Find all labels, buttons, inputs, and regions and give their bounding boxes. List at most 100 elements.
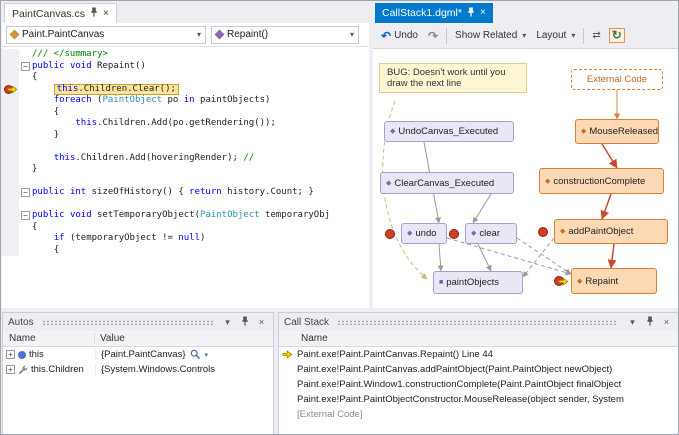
fold-gutter[interactable] — [19, 118, 32, 130]
callstack-frame[interactable]: Paint.exe!Paint.PaintObjectConstructor.M… — [279, 392, 678, 407]
sync-graph-toggle[interactable]: ↻ — [609, 28, 625, 43]
fold-gutter[interactable] — [19, 245, 32, 257]
code-line[interactable]: −public void Repaint() — [2, 61, 369, 73]
fold-gutter[interactable] — [19, 199, 32, 211]
fold-gutter[interactable] — [19, 164, 32, 176]
breakpoint-gutter[interactable] — [2, 84, 19, 96]
graph-node-clearExec[interactable]: ◆ClearCanvas_Executed — [380, 172, 514, 194]
breakpoint-gutter[interactable] — [2, 95, 19, 107]
tab-callstack-dgml[interactable]: CallStack1.dgml* × — [375, 3, 493, 23]
autos-row[interactable]: +this{Paint.PaintCanvas}▾ — [3, 347, 273, 362]
fold-gutter[interactable] — [19, 222, 32, 234]
type-dropdown[interactable]: Paint.PaintCanvas ▾ — [6, 26, 206, 44]
fold-gutter[interactable]: − — [19, 210, 32, 222]
fold-gutter[interactable] — [19, 72, 32, 84]
fold-gutter[interactable] — [19, 130, 32, 142]
close-icon[interactable]: × — [660, 317, 673, 327]
callstack-frame[interactable]: Paint.exe!Paint.PaintCanvas.addPaintObje… — [279, 362, 678, 377]
breakpoint-gutter[interactable] — [2, 233, 19, 245]
fold-gutter[interactable] — [19, 141, 32, 153]
callstack-frame[interactable]: [External Code] — [279, 407, 678, 422]
code-line[interactable]: } — [2, 130, 369, 142]
code-line[interactable] — [2, 199, 369, 211]
code-line[interactable]: this.Children.Add(hoveringRender); // — [2, 153, 369, 165]
fold-collapse-icon[interactable]: − — [21, 62, 30, 71]
callstack-frame[interactable]: Paint.exe!Paint.Window1.constructionComp… — [279, 377, 678, 392]
callstack-frame[interactable]: Paint.exe!Paint.PaintCanvas.Repaint() Li… — [279, 347, 678, 362]
fold-gutter[interactable] — [19, 49, 32, 61]
code-line[interactable]: −public int sizeOfHistory() { return his… — [2, 187, 369, 199]
drag-grip[interactable] — [337, 320, 618, 325]
fold-gutter[interactable] — [19, 95, 32, 107]
fold-gutter[interactable]: − — [19, 61, 32, 73]
expand-icon[interactable]: + — [6, 365, 15, 374]
breakpoint-gutter[interactable] — [2, 199, 19, 211]
breakpoint-gutter[interactable] — [2, 72, 19, 84]
graph-node-undoExec[interactable]: ◆UndoCanvas_Executed — [384, 121, 514, 142]
breakpoint-gutter[interactable] — [2, 61, 19, 73]
fold-gutter[interactable] — [19, 176, 32, 188]
breakpoint-gutter[interactable] — [2, 153, 19, 165]
graph-node-external[interactable]: External Code — [571, 69, 663, 90]
fold-gutter[interactable] — [19, 107, 32, 119]
window-position-icon[interactable]: ▾ — [221, 317, 234, 328]
code-line[interactable]: /// </summary> — [2, 49, 369, 61]
member-dropdown[interactable]: Repaint() ▾ — [211, 26, 359, 44]
fold-gutter[interactable]: − — [19, 187, 32, 199]
breakpoint-icon[interactable] — [449, 229, 459, 239]
chevron-down-icon[interactable]: ▾ — [205, 351, 209, 359]
breakpoint-icon[interactable] — [538, 227, 548, 237]
breakpoint-gutter[interactable] — [2, 210, 19, 222]
code-line[interactable] — [2, 176, 369, 188]
autos-row[interactable]: +this.Children{System.Windows.Controls — [3, 362, 273, 377]
layout-dropdown[interactable]: Layout ▾ — [534, 29, 577, 42]
callstack-header[interactable]: Name — [279, 331, 678, 347]
breakpoint-gutter[interactable] — [2, 222, 19, 234]
undo-button[interactable]: ↶ Undo — [379, 29, 420, 42]
code-line[interactable]: this.Children.Add(po.getRendering()); — [2, 118, 369, 130]
code-line[interactable]: if (temporaryObject != null) — [2, 233, 369, 245]
breakpoint-gutter[interactable] — [2, 141, 19, 153]
graph-node-repaint[interactable]: ◆Repaint — [571, 268, 657, 294]
graph-node-undo[interactable]: ◆undo — [401, 223, 447, 244]
breakpoint-gutter[interactable] — [2, 118, 19, 130]
fold-gutter[interactable] — [19, 84, 32, 96]
autos-header[interactable]: Name Value — [3, 331, 273, 347]
fold-gutter[interactable] — [19, 153, 32, 165]
show-related-dropdown[interactable]: Show Related ▾ — [453, 29, 528, 42]
graph-node-mouseReleased[interactable]: ◆MouseReleased — [575, 119, 659, 144]
breakpoint-gutter[interactable] — [2, 130, 19, 142]
code-line[interactable]: −public void setTemporaryObject(PaintObj… — [2, 210, 369, 222]
expand-icon[interactable]: + — [6, 350, 15, 359]
code-line[interactable]: { — [2, 72, 369, 84]
magnifier-icon[interactable] — [190, 349, 201, 360]
fold-collapse-icon[interactable]: − — [21, 188, 30, 197]
code-line[interactable]: { — [2, 245, 369, 257]
code-editor[interactable]: /// </summary>−public void Repaint(){ th… — [2, 47, 369, 308]
breakpoint-gutter[interactable] — [2, 164, 19, 176]
fold-gutter[interactable] — [19, 233, 32, 245]
pin-icon[interactable] — [467, 7, 475, 20]
column-header-name[interactable]: Name — [279, 333, 328, 344]
fold-collapse-icon[interactable]: − — [21, 211, 30, 220]
graph-node-addPaint[interactable]: ◆addPaintObject — [554, 219, 668, 244]
graph-node-clear[interactable]: ◆clear — [465, 223, 517, 244]
tab-paintcanvas-cs[interactable]: PaintCanvas.cs × — [4, 3, 117, 23]
code-line[interactable]: } — [2, 164, 369, 176]
close-icon[interactable]: × — [255, 317, 268, 327]
graph-comment-note[interactable]: BUG: Doesn't work until you draw the nex… — [379, 63, 527, 93]
close-icon[interactable]: × — [103, 9, 109, 19]
window-position-icon[interactable]: ▾ — [626, 317, 639, 328]
drag-grip[interactable] — [42, 320, 213, 325]
redo-button[interactable]: ↷ — [426, 30, 440, 42]
pin-icon[interactable] — [90, 7, 98, 20]
pin-icon[interactable] — [643, 316, 656, 328]
breakpoint-gutter[interactable] — [2, 245, 19, 257]
zoom-fit-icon[interactable]: ⇄ — [590, 29, 602, 42]
vertical-splitter-top[interactable] — [369, 2, 373, 308]
breakpoint-icon[interactable] — [385, 229, 395, 239]
column-header-name[interactable]: Name — [3, 333, 95, 344]
code-line[interactable]: foreach (PaintObject po in paintObjects) — [2, 95, 369, 107]
breakpoint-gutter[interactable] — [2, 176, 19, 188]
breakpoint-gutter[interactable] — [2, 107, 19, 119]
